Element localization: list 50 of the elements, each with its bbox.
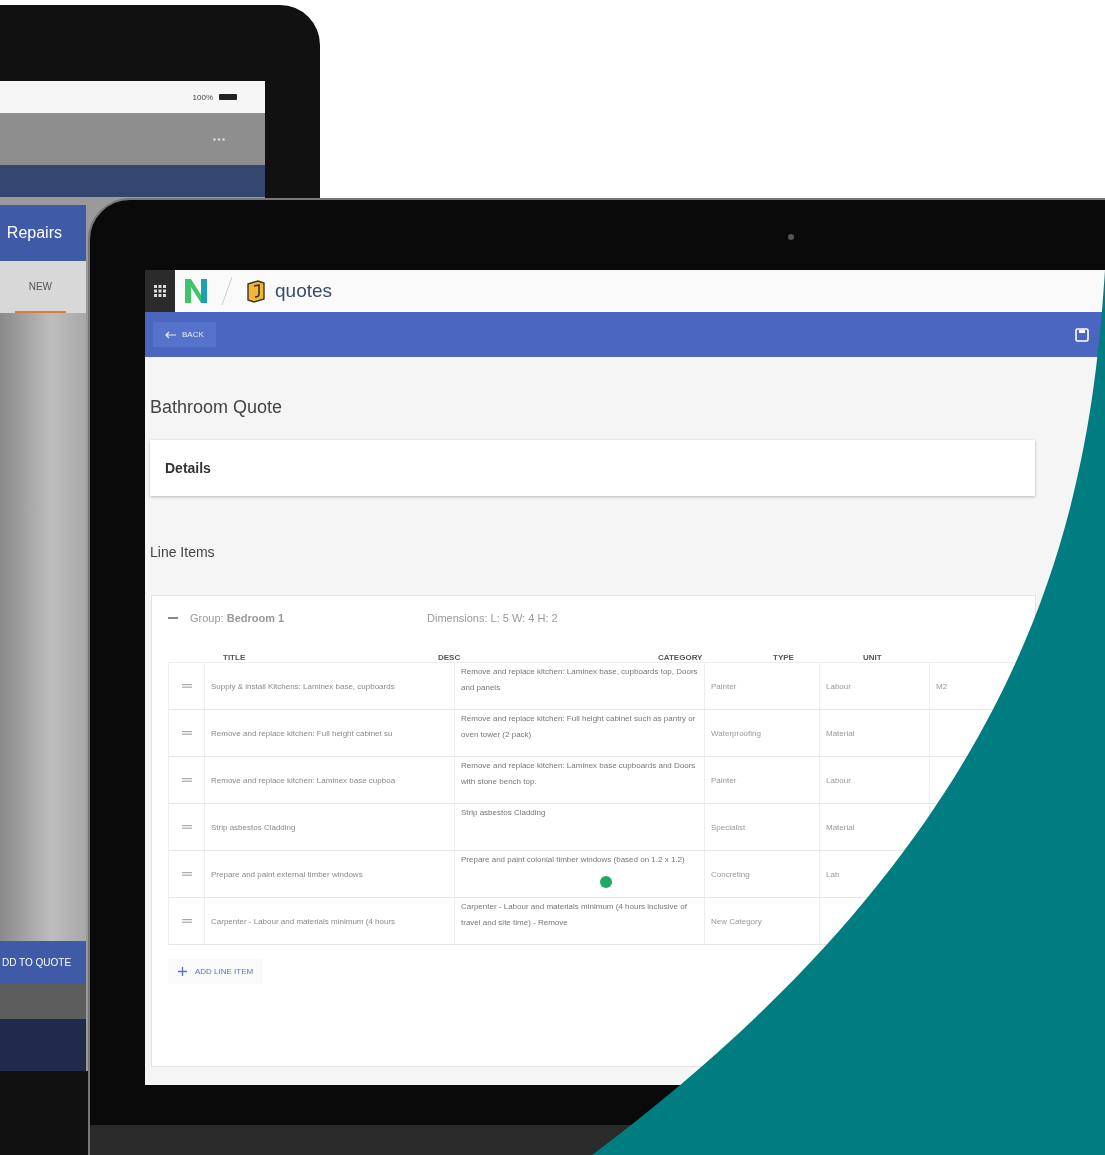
table-cell: Carpenter - Labour and materials minimum (4 hours	[204, 898, 454, 944]
apps-grid-icon[interactable]	[145, 270, 175, 312]
table-cell: New Category	[711, 916, 762, 926]
table-cell: Remove and replace kitchen: Laminex base cupboards and Doors with stone bench top.	[454, 757, 704, 803]
table-cell: Lab	[826, 869, 840, 879]
group-name: Group: Bedroom 1	[190, 612, 286, 624]
save-icon[interactable]	[1075, 327, 1089, 342]
table-cell: Specialist	[711, 822, 746, 832]
slash-icon	[221, 276, 233, 306]
table-cell: Labour	[826, 775, 851, 785]
group-dimensions: Dimensions: L: 5 W: 4 H: 2	[427, 612, 558, 624]
n-logo-icon	[183, 277, 209, 305]
table-cell: Concreting	[711, 869, 750, 879]
table-cell: Painter	[711, 681, 737, 691]
table-cell: Supply & install Kitchens: Laminex base, cupboards	[204, 663, 454, 709]
table-cell: Strip asbestos Cladding	[204, 804, 454, 850]
camera-icon	[788, 234, 794, 240]
details-title: Details	[165, 460, 211, 476]
column-header: TYPE	[773, 653, 795, 662]
table-cell: Remove and replace kitchen: Laminex base, cupboards top, Doors and panels	[454, 663, 704, 709]
column-header: CATEGORY	[658, 653, 704, 662]
add-to-quote-button[interactable]: DD TO QUOTE	[0, 941, 86, 983]
column-header: TITLE	[223, 653, 247, 662]
table-cell: Remove and replace kitchen: Laminex base cupboa	[204, 757, 454, 803]
battery-icon	[219, 94, 237, 100]
app-name: quotes	[275, 280, 333, 302]
table-cell: Waterproofing	[711, 728, 761, 738]
table-cell: Labour	[826, 681, 851, 691]
table-cell: Remove and replace kitchen: Full height cabinet such as pantry or oven tower (2 pack)	[454, 710, 704, 756]
section-title: Line Items	[150, 544, 216, 560]
table-cell: Strip asbestos Cladding	[454, 804, 704, 850]
table-cell: Painter	[711, 775, 737, 785]
plus-icon	[178, 967, 187, 976]
column-header: DESC	[438, 653, 462, 662]
battery-level: 100%	[192, 92, 213, 102]
table-cell: Remove and replace kitchen: Full height cabinet su	[204, 710, 454, 756]
page-title: Bathroom Quote	[150, 397, 284, 418]
table-cell: Material	[826, 822, 855, 832]
table-cell: Material	[826, 728, 855, 738]
details-panel[interactable]: Details	[150, 440, 1035, 496]
more-icon[interactable]	[213, 137, 225, 141]
table-cell: Carpenter - Labour and materials minimum (4 hours inclusive of travel and site time) - Remove	[454, 898, 704, 944]
table-cell: Prepare and paint external timber windows	[204, 851, 454, 897]
header-title: Repairs	[6, 224, 62, 242]
table-cell: M2	[936, 681, 948, 691]
column-header: UNIT	[863, 653, 883, 662]
document-logo-icon	[245, 279, 267, 303]
add-line-item-button[interactable]: ADD LINE ITEM	[168, 959, 264, 984]
back-button[interactable]: BACK	[153, 322, 216, 347]
back-arrow-icon	[165, 330, 176, 339]
